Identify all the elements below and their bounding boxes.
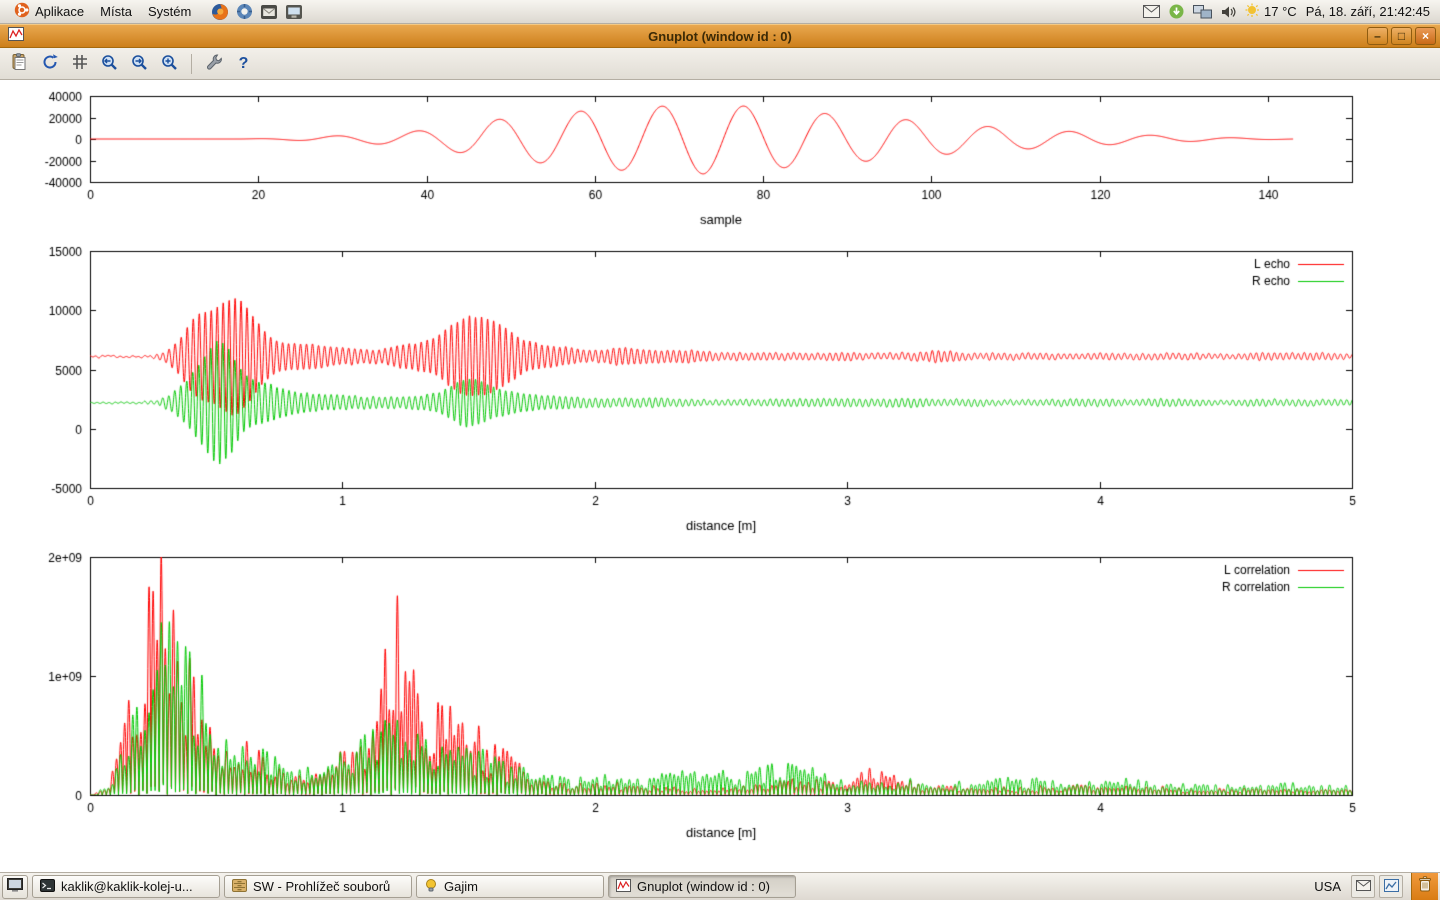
autoscale-button[interactable] [156, 51, 183, 76]
window-title: Gnuplot (window id : 0) [0, 29, 1440, 44]
menu-places[interactable]: Místa [92, 2, 140, 21]
grid-icon [71, 53, 89, 74]
gnuplot-window-icon [8, 27, 24, 46]
network-displays-icon[interactable] [1193, 5, 1212, 19]
taskbar-chart-button[interactable] [1379, 875, 1403, 898]
wrench-icon [205, 53, 223, 74]
show-desktop-icon [7, 878, 23, 895]
taskbar-window-terminal[interactable]: kaklik@kaklik-kolej-u... [32, 875, 220, 898]
taskbar-window-label: Gajim [444, 879, 478, 894]
taskbar-window-gnuplot[interactable]: Gnuplot (window id : 0) [608, 875, 796, 898]
panel-system-tray: 17 °C Pá, 18. září, 21:42:45 [1143, 3, 1434, 21]
plots-canvas[interactable] [0, 80, 1440, 872]
taskbar-window-label: kaklik@kaklik-kolej-u... [61, 879, 193, 894]
display-icon[interactable] [285, 4, 303, 20]
gnuplot-icon [616, 879, 631, 895]
trash-icon [1418, 876, 1432, 897]
toolbar-separator [191, 54, 192, 74]
clock-applet[interactable]: Pá, 18. září, 21:42:45 [1306, 4, 1430, 19]
menu-applications[interactable]: Aplikace [6, 0, 92, 23]
menu-system[interactable]: Systém [140, 2, 199, 21]
mail-icon[interactable] [260, 4, 278, 20]
show-desktop-button[interactable] [2, 875, 28, 899]
menu-system-label: Systém [148, 4, 191, 19]
taskbar: kaklik@kaklik-kolej-u... SW - Prohlížeč … [0, 872, 1440, 900]
zoom-previous-icon [100, 53, 119, 75]
gnome-top-panel: Aplikace Místa Systém [0, 0, 1440, 24]
volume-icon[interactable] [1221, 5, 1236, 19]
firefox-icon[interactable] [211, 3, 229, 21]
globe-icon[interactable] [236, 3, 253, 20]
gajim-icon [424, 878, 438, 895]
update-icon[interactable] [1169, 4, 1184, 19]
weather-applet[interactable]: 17 °C [1245, 3, 1297, 21]
replot-icon [41, 53, 59, 74]
ubuntu-logo-icon [14, 2, 30, 21]
sun-icon [1245, 3, 1260, 21]
zoom-next-button[interactable] [126, 51, 153, 76]
taskbar-window-file-manager[interactable]: SW - Prohlížeč souborů [224, 875, 412, 898]
trash-applet[interactable] [1411, 873, 1438, 900]
minimize-button[interactable]: – [1367, 27, 1388, 45]
plot-area [0, 80, 1440, 872]
taskbar-mail-button[interactable] [1351, 875, 1375, 898]
zoom-previous-button[interactable] [96, 51, 123, 76]
mail-tray-icon[interactable] [1143, 5, 1160, 18]
autoscale-icon [160, 53, 179, 75]
close-button[interactable]: × [1415, 27, 1436, 45]
help-button[interactable]: ? [230, 51, 257, 76]
taskbar-window-gajim[interactable]: Gajim [416, 875, 604, 898]
options-button[interactable] [200, 51, 227, 76]
menu-applications-label: Aplikace [35, 4, 84, 19]
help-icon: ? [239, 55, 249, 73]
temperature-label: 17 °C [1264, 4, 1297, 19]
desktop: Aplikace Místa Systém [0, 0, 1440, 900]
copy-icon [11, 53, 29, 74]
maximize-button[interactable]: □ [1391, 27, 1412, 45]
taskbar-window-label: SW - Prohlížeč souborů [253, 879, 390, 894]
titlebar[interactable]: Gnuplot (window id : 0) – □ × [0, 24, 1440, 48]
zoom-next-icon [130, 53, 149, 75]
panel-launchers [211, 3, 303, 21]
taskbar-window-label: Gnuplot (window id : 0) [637, 879, 770, 894]
file-manager-icon [232, 879, 247, 895]
grid-button[interactable] [66, 51, 93, 76]
chart-tray-icon [1384, 879, 1399, 895]
menu-places-label: Místa [100, 4, 132, 19]
copy-button[interactable] [6, 51, 33, 76]
terminal-icon [40, 879, 55, 895]
keyboard-layout-indicator[interactable]: USA [1308, 879, 1347, 894]
mail-tray-icon [1356, 879, 1371, 894]
gnuplot-toolbar: ? [0, 48, 1440, 80]
replot-button[interactable] [36, 51, 63, 76]
